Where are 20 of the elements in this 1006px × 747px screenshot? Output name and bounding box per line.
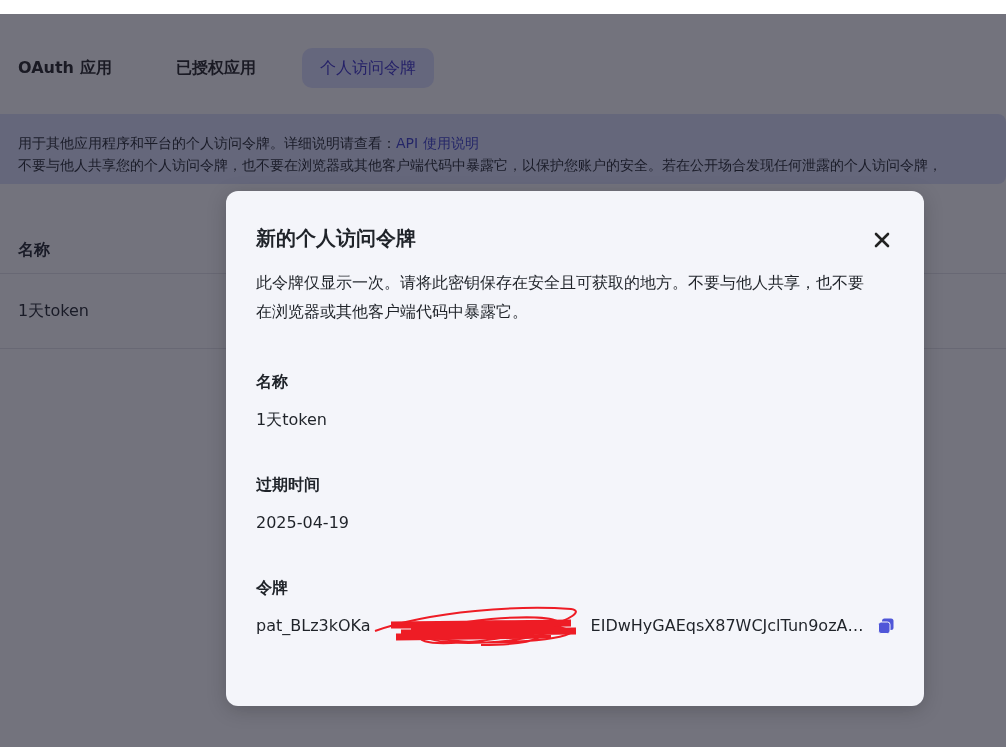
api-docs-link[interactable]: API 使用说明 bbox=[396, 135, 479, 151]
token-text: pat_BLz3kOKa bbox=[256, 615, 371, 637]
tab[interactable]: 个人访问令牌 bbox=[301, 48, 434, 88]
dialog-message: 此令牌仅显示一次。请将此密钥保存在安全且可获取的地方。不要与他人共享，也不要在浏览器或其他客户端代码中暴露它。 bbox=[256, 273, 865, 323]
copy-icon bbox=[878, 618, 894, 634]
dialog-title: 新的个人访问令牌 bbox=[256, 225, 416, 252]
field-value: 2025-04-19 bbox=[256, 512, 349, 534]
warning-text: 不要与他人共享您的个人访问令牌，也不要在浏览器或其他客户端代码中暴露它，以保护您账户的安全。若在公开场合发现任何泄露的个人访问令牌， bbox=[18, 156, 943, 175]
tab[interactable]: OAuth 应用 bbox=[18, 48, 130, 88]
token-text: EIDwHyGAEqsX87WCJclTun9ozA… bbox=[590, 615, 864, 637]
notice-text: 用于其他应用程序和平台的个人访问令牌。详细说明请查看： bbox=[18, 135, 396, 151]
field-label: 令牌 bbox=[256, 577, 289, 599]
column-header: 名称 bbox=[18, 238, 50, 261]
field-label: 名称 bbox=[256, 371, 289, 393]
field-value: 1天token bbox=[256, 409, 327, 431]
field-label: 过期时间 bbox=[256, 474, 321, 496]
close-icon bbox=[874, 231, 890, 248]
table-cell-text: 1天token bbox=[18, 300, 89, 322]
tab[interactable]: 已授权应用 bbox=[157, 48, 274, 88]
copy-button[interactable] bbox=[878, 618, 894, 634]
